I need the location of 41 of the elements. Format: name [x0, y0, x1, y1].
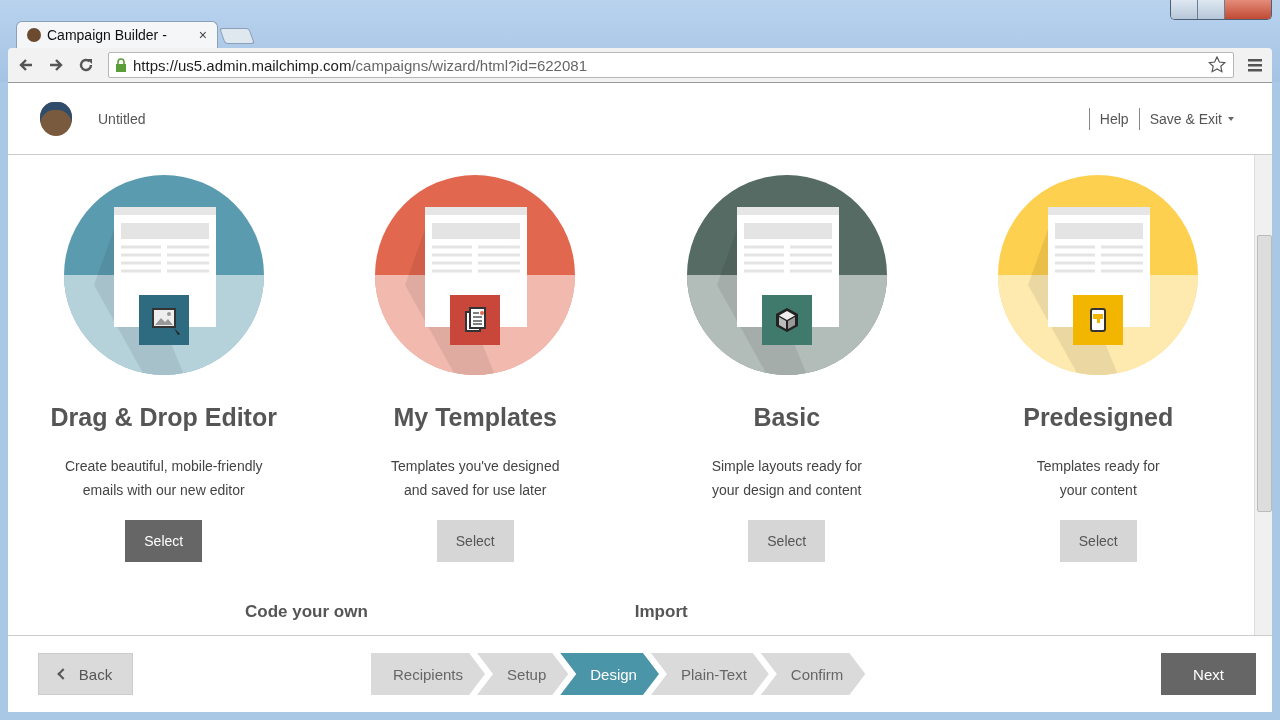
- tab-title: Campaign Builder -: [47, 27, 168, 43]
- next-button[interactable]: Next: [1161, 653, 1256, 695]
- select-button[interactable]: Select: [748, 520, 826, 562]
- wizard-step[interactable]: Confirm: [760, 653, 866, 695]
- maximize-button[interactable]: [1198, 0, 1225, 19]
- menu-icon: [1248, 58, 1262, 72]
- wizard-step[interactable]: Design: [560, 653, 659, 695]
- address-field[interactable]: https://us5.admin.mailchimp.com/campaigns/wizard/html?id=622081: [108, 52, 1234, 78]
- new-tab-button[interactable]: [219, 28, 255, 44]
- select-button[interactable]: Select: [1059, 520, 1137, 562]
- help-link[interactable]: Help: [1088, 107, 1139, 130]
- forward-arrow-icon: [48, 57, 64, 73]
- lock-icon: [115, 57, 127, 73]
- scrollbar-thumb[interactable]: [1257, 235, 1272, 512]
- option-description: Simple layouts ready for your design and content: [710, 457, 863, 500]
- select-button[interactable]: Select: [436, 520, 514, 562]
- url-text: https://us5.admin.mailchimp.com/campaigns/wizard/html?id=622081: [133, 56, 588, 74]
- reload-icon: [78, 57, 94, 73]
- select-button[interactable]: Select: [125, 520, 203, 562]
- campaign-title: Untitled: [98, 110, 146, 127]
- wizard-step[interactable]: Plain-Text: [650, 653, 769, 695]
- close-button[interactable]: [1225, 0, 1271, 19]
- section-heading[interactable]: Code your own: [245, 602, 368, 622]
- wizard-step[interactable]: Setup: [477, 653, 569, 695]
- option-title: Predesigned: [1023, 403, 1174, 432]
- browser-tab[interactable]: Campaign Builder - ×: [16, 21, 218, 48]
- scrollbar[interactable]: [1254, 155, 1272, 635]
- option-title: Basic: [753, 403, 821, 432]
- option-description: Create beautiful, mobile-friendly emails with our new editor: [63, 457, 264, 500]
- option-description: Templates you've designed and saved for use later: [390, 457, 561, 500]
- minimize-button[interactable]: [1171, 0, 1198, 19]
- section-heading[interactable]: Import: [634, 602, 688, 622]
- option-description: Templates ready for your content: [1035, 457, 1161, 500]
- tab-close-button[interactable]: ×: [198, 27, 207, 43]
- star-icon: [1208, 56, 1227, 74]
- back-button[interactable]: Back: [38, 653, 133, 695]
- option-title: Drag & Drop Editor: [50, 403, 277, 432]
- save-exit-menu[interactable]: Save & Exit: [1138, 107, 1244, 130]
- wizard-step[interactable]: Recipients: [371, 653, 486, 695]
- back-arrow-icon: [18, 57, 34, 73]
- option-title: My Templates: [393, 403, 557, 432]
